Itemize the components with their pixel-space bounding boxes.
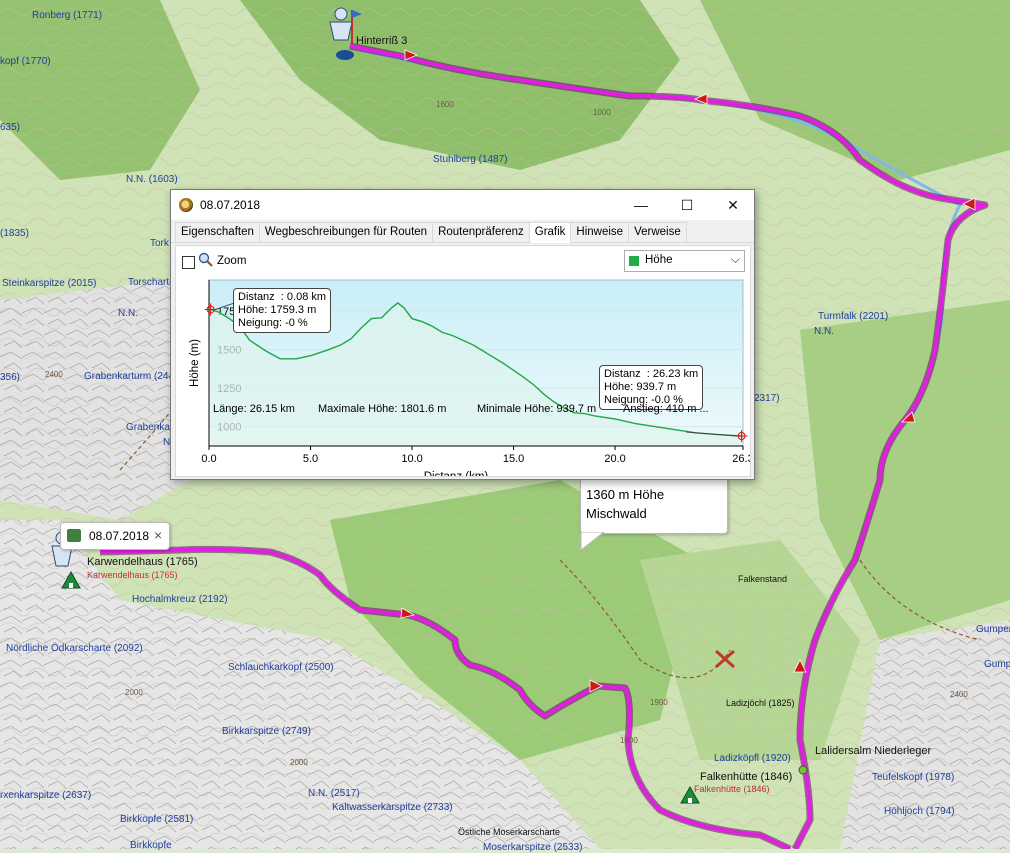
tab-wegbeschreibungen[interactable]: Wegbeschreibungen für Routen — [258, 222, 434, 242]
peak-label: Torscharte — [128, 277, 175, 288]
peak-label: rxenkarspitze (2637) — [0, 790, 92, 801]
peak-label: N.N. — [118, 308, 138, 319]
close-icon[interactable]: × — [154, 527, 162, 543]
peak-label: Östliche Moserkarscharte — [458, 827, 561, 837]
magnifier-icon — [198, 252, 213, 267]
profile-type-select[interactable]: Höhe ⌵ — [624, 250, 745, 272]
maximize-button[interactable]: ☐ — [664, 190, 710, 220]
minimize-button[interactable]: — — [618, 190, 664, 220]
peak-label: Birkkarspitze (2749) — [222, 726, 311, 737]
select-value: Höhe — [645, 254, 673, 266]
route-dialog[interactable]: 08.07.2018 — ☐ ✕ Eigenschaften Wegbeschr… — [170, 189, 755, 480]
peak-label: Gumpe — [984, 659, 1010, 670]
falkenhuette-label: Falkenhütte (1846) — [700, 771, 793, 783]
peak-label: Ladizjöchl (1825) — [726, 698, 795, 708]
peak-label: Birkkopfe (2581) — [120, 814, 194, 825]
contour-label: 1800 — [620, 736, 638, 745]
info-line-2: Mischwald — [586, 506, 647, 521]
peak-label: Tork — [150, 238, 169, 249]
dialog-titlebar[interactable]: 08.07.2018 — ☐ ✕ — [171, 190, 754, 220]
waypoint-icon — [67, 529, 81, 542]
x-tick-label: 10.0 — [401, 453, 422, 465]
peak-label: Hochalmkreuz (2192) — [132, 594, 228, 605]
grafik-panel: Zoom Höhe ⌵ 10001250150017500.05.010.015… — [175, 245, 751, 477]
tab-verweise[interactable]: Verweise — [628, 222, 687, 242]
chevron-down-icon: ⌵ — [730, 252, 740, 266]
karwendelhaus-sub-label: Karwendelhaus (1765) — [87, 570, 178, 580]
x-axis-label: Distanz (km) — [424, 471, 489, 476]
peak-label: Nördliche Ödkarscharte (2092) — [6, 643, 143, 654]
contour-label: 2400 — [45, 370, 63, 379]
falkenhuette-sub-label: Falkenhütte (1846) — [694, 784, 770, 794]
stat-ascent: Anstieg: 410 m ... — [623, 403, 709, 415]
contour-label: 1000 — [593, 108, 611, 117]
contour-label: 2000 — [290, 758, 308, 767]
peak-label: Stuhlberg (1487) — [433, 154, 508, 165]
x-tick-label: 5.0 — [303, 453, 318, 465]
legend-swatch — [629, 256, 639, 266]
peak-label: 2317) — [754, 393, 780, 404]
zoom-label: Zoom — [217, 255, 247, 267]
info-bubble-pointer — [580, 532, 605, 552]
peak-label: Moserkarspitze (2533) — [483, 842, 583, 853]
peak-label: Ladizköpfl (1920) — [714, 753, 791, 764]
peak-label: Steinkarspitze (2015) — [2, 278, 97, 289]
close-button[interactable]: ✕ — [710, 190, 756, 220]
y-axis-label: Höhe (m) — [189, 339, 201, 387]
info-bubble: 1360 m Höhe Mischwald — [580, 478, 728, 534]
waypoint-date: 08.07.2018 — [89, 529, 150, 543]
stat-min-height: Minimale Höhe: 939.7 m — [477, 403, 597, 415]
peak-label: Birkkopfe — [130, 840, 172, 851]
x-tick-label: 0.0 — [201, 453, 216, 465]
contour-label: 1600 — [436, 100, 454, 109]
peak-label: N.N. — [814, 326, 834, 337]
lalidersalm-label: Lalidersalm Niederleger — [815, 745, 932, 757]
peak-label: (1835) — [0, 228, 29, 239]
contour-label: 2400 — [950, 690, 968, 699]
peak-label: Höhljoch (1794) — [884, 806, 955, 817]
contour-label: 1900 — [650, 698, 668, 707]
peak-label: Gumpen — [976, 624, 1010, 635]
lalidersalm-point — [798, 765, 808, 775]
x-tick-label: 15.0 — [503, 453, 524, 465]
peak-label: Ronberg (1771) — [32, 10, 103, 21]
tab-eigenschaften[interactable]: Eigenschaften — [175, 222, 260, 242]
dialog-tabs: Eigenschaften Wegbeschreibungen für Rout… — [171, 220, 754, 243]
app-icon — [179, 198, 193, 212]
peak-label: Kaltwasserkarspitze (2733) — [332, 802, 453, 813]
peak-label: N.N. (1603) — [126, 174, 178, 185]
contour-label: 2000 — [125, 688, 143, 697]
tooltip-start: Distanz : 0.08 km Höhe: 1759.3 m Neigung… — [233, 288, 332, 333]
peak-label: 356) — [0, 372, 21, 383]
tab-routenpraeferenz[interactable]: Routenpräferenz — [432, 222, 530, 242]
dialog-title: 08.07.2018 — [200, 198, 261, 212]
peak-label: N.N. (2517) — [308, 788, 360, 799]
peak-label: kopf (1770) — [0, 56, 51, 67]
peak-label: Schlauchkarkopf (2500) — [228, 662, 334, 673]
stat-length: Länge: 26.15 km — [213, 403, 295, 415]
karwendelhaus-label: Karwendelhaus (1765) — [87, 556, 198, 568]
info-line-1: 1360 m Höhe — [586, 487, 665, 502]
peak-label: Grabenkarturm (2448 — [84, 371, 180, 382]
peak-label: Turmfalk (2201) — [818, 311, 889, 322]
tab-hinweise[interactable]: Hinweise — [570, 222, 630, 242]
x-tick-label: 20.0 — [604, 453, 625, 465]
x-tick-label: 26.3 — [732, 453, 750, 465]
peak-label: Teufelskopf (1978) — [872, 772, 955, 783]
start-label: Hinterriß 3 — [356, 35, 408, 47]
tab-grafik[interactable]: Grafik — [528, 222, 572, 243]
peak-label: 635) — [0, 122, 21, 133]
waypoint-bubble[interactable]: 08.07.2018 × — [60, 522, 170, 550]
peak-label: Falkenstand — [738, 574, 788, 584]
zoom-checkbox[interactable] — [182, 256, 195, 269]
stat-max-height: Maximale Höhe: 1801.6 m — [318, 403, 447, 415]
